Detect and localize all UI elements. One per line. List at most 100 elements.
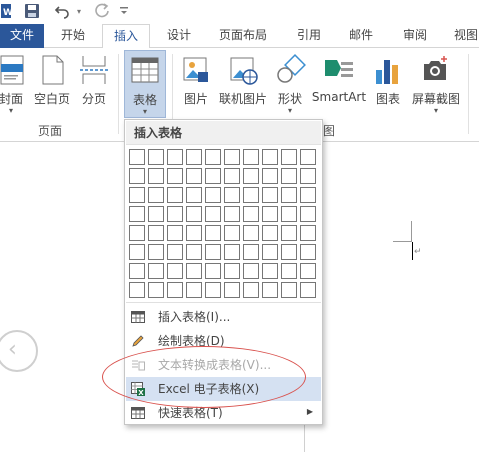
table-grid-cell[interactable] bbox=[243, 206, 259, 222]
table-grid-cell[interactable] bbox=[300, 187, 316, 203]
redo-icon[interactable] bbox=[92, 2, 112, 20]
table-grid-cell[interactable] bbox=[262, 149, 278, 165]
tab-references[interactable]: 引用 bbox=[286, 24, 332, 48]
table-grid-cell[interactable] bbox=[205, 187, 221, 203]
table-grid-cell[interactable] bbox=[205, 282, 221, 298]
table-grid-cell[interactable] bbox=[129, 244, 145, 260]
table-grid-cell[interactable] bbox=[262, 187, 278, 203]
undo-icon[interactable] bbox=[52, 2, 72, 20]
table-grid-cell[interactable] bbox=[186, 244, 202, 260]
menu-item-insert-table[interactable]: 插入表格(I)... bbox=[126, 305, 321, 329]
table-grid-cell[interactable] bbox=[186, 282, 202, 298]
table-grid-cell[interactable] bbox=[243, 187, 259, 203]
table-grid-cell[interactable] bbox=[262, 225, 278, 241]
tab-file[interactable]: 文件 bbox=[0, 24, 44, 48]
table-grid-cell[interactable] bbox=[243, 244, 259, 260]
table-grid-cell[interactable] bbox=[243, 263, 259, 279]
table-grid-cell[interactable] bbox=[300, 263, 316, 279]
table-grid-cell[interactable] bbox=[243, 168, 259, 184]
table-grid-cell[interactable] bbox=[205, 225, 221, 241]
table-grid-cell[interactable] bbox=[224, 168, 240, 184]
table-grid-cell[interactable] bbox=[148, 168, 164, 184]
table-grid-cell[interactable] bbox=[167, 225, 183, 241]
table-grid-cell[interactable] bbox=[243, 282, 259, 298]
table-grid-cell[interactable] bbox=[148, 282, 164, 298]
table-grid-cell[interactable] bbox=[205, 244, 221, 260]
table-grid-cell[interactable] bbox=[148, 206, 164, 222]
table-grid-cell[interactable] bbox=[167, 187, 183, 203]
pictures-button[interactable]: 图片 bbox=[178, 50, 214, 118]
table-grid-cell[interactable] bbox=[205, 149, 221, 165]
table-grid-cell[interactable] bbox=[262, 168, 278, 184]
smartart-button[interactable]: SmartArt bbox=[310, 50, 368, 118]
table-grid-cell[interactable] bbox=[129, 149, 145, 165]
table-grid-cell[interactable] bbox=[129, 206, 145, 222]
blank-page-button[interactable]: 空白页 bbox=[30, 50, 74, 118]
table-grid-cell[interactable] bbox=[224, 244, 240, 260]
table-grid-cell[interactable] bbox=[300, 206, 316, 222]
table-grid-cell[interactable] bbox=[262, 282, 278, 298]
page-break-button[interactable]: 分页 bbox=[76, 50, 112, 118]
table-grid-cell[interactable] bbox=[224, 263, 240, 279]
table-grid-cell[interactable] bbox=[148, 263, 164, 279]
tab-insert[interactable]: 插入 bbox=[102, 24, 150, 49]
customize-toolbar-icon[interactable] bbox=[118, 2, 130, 20]
table-grid-cell[interactable] bbox=[205, 168, 221, 184]
table-grid-cell[interactable] bbox=[281, 149, 297, 165]
tab-design[interactable]: 设计 bbox=[156, 24, 202, 48]
table-grid-cell[interactable] bbox=[300, 225, 316, 241]
screenshot-button[interactable]: 屏幕截图 ▾ bbox=[408, 50, 464, 118]
table-grid-cell[interactable] bbox=[300, 168, 316, 184]
shapes-button[interactable]: 形状 ▾ bbox=[272, 50, 308, 118]
table-size-grid[interactable] bbox=[129, 149, 319, 299]
table-grid-cell[interactable] bbox=[205, 206, 221, 222]
table-grid-cell[interactable] bbox=[129, 225, 145, 241]
table-grid-cell[interactable] bbox=[224, 149, 240, 165]
table-grid-cell[interactable] bbox=[129, 187, 145, 203]
save-icon[interactable] bbox=[22, 2, 42, 20]
table-button[interactable]: 表格 ▾ bbox=[124, 50, 166, 118]
table-grid-cell[interactable] bbox=[186, 149, 202, 165]
tab-page-layout[interactable]: 页面布局 bbox=[208, 24, 278, 48]
table-grid-cell[interactable] bbox=[167, 206, 183, 222]
table-grid-cell[interactable] bbox=[148, 225, 164, 241]
table-grid-cell[interactable] bbox=[186, 187, 202, 203]
table-grid-cell[interactable] bbox=[300, 244, 316, 260]
table-grid-cell[interactable] bbox=[148, 149, 164, 165]
table-grid-cell[interactable] bbox=[281, 244, 297, 260]
table-grid-cell[interactable] bbox=[148, 244, 164, 260]
table-grid-cell[interactable] bbox=[281, 263, 297, 279]
tab-review[interactable]: 审阅 bbox=[392, 24, 438, 48]
chart-button[interactable]: 图表 bbox=[370, 50, 406, 118]
previous-page-icon[interactable]: ‹ bbox=[0, 330, 38, 372]
table-grid-cell[interactable] bbox=[186, 225, 202, 241]
table-grid-cell[interactable] bbox=[224, 206, 240, 222]
table-grid-cell[interactable] bbox=[224, 282, 240, 298]
table-grid-cell[interactable] bbox=[300, 282, 316, 298]
table-grid-cell[interactable] bbox=[186, 263, 202, 279]
online-pictures-button[interactable]: 联机图片 bbox=[216, 50, 270, 118]
table-grid-cell[interactable] bbox=[262, 263, 278, 279]
table-grid-cell[interactable] bbox=[167, 244, 183, 260]
table-grid-cell[interactable] bbox=[129, 168, 145, 184]
tab-view[interactable]: 视图 bbox=[446, 24, 479, 48]
table-grid-cell[interactable] bbox=[167, 282, 183, 298]
table-grid-cell[interactable] bbox=[148, 187, 164, 203]
table-grid-cell[interactable] bbox=[186, 168, 202, 184]
tab-home[interactable]: 开始 bbox=[50, 24, 96, 48]
table-grid-cell[interactable] bbox=[224, 187, 240, 203]
table-grid-cell[interactable] bbox=[167, 168, 183, 184]
table-grid-cell[interactable] bbox=[281, 187, 297, 203]
table-grid-cell[interactable] bbox=[281, 282, 297, 298]
table-grid-cell[interactable] bbox=[262, 206, 278, 222]
table-grid-cell[interactable] bbox=[205, 263, 221, 279]
cover-page-button[interactable]: 封面 ▾ bbox=[0, 50, 28, 118]
table-grid-cell[interactable] bbox=[281, 225, 297, 241]
table-grid-cell[interactable] bbox=[281, 206, 297, 222]
table-grid-cell[interactable] bbox=[167, 149, 183, 165]
table-grid-cell[interactable] bbox=[243, 225, 259, 241]
table-grid-cell[interactable] bbox=[186, 206, 202, 222]
table-grid-cell[interactable] bbox=[129, 282, 145, 298]
table-grid-cell[interactable] bbox=[243, 149, 259, 165]
table-grid-cell[interactable] bbox=[167, 263, 183, 279]
